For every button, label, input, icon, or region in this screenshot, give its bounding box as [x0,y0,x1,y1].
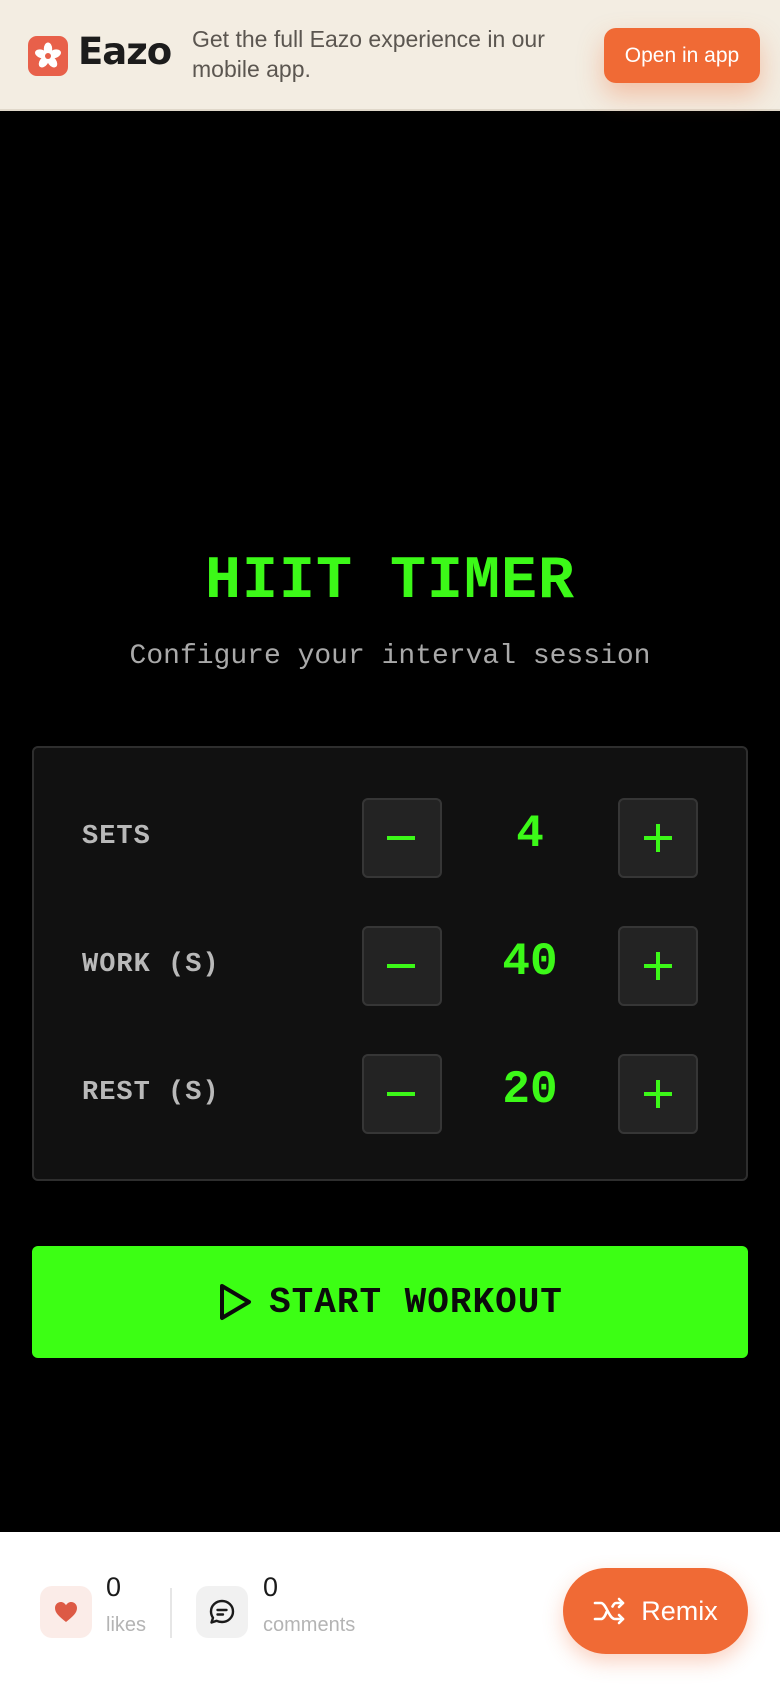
config-panel: SETS 4 WORK (S) 40 REST (S) 20 [32,746,748,1181]
rest-value: 20 [502,1064,558,1116]
page-title: HIIT TIMER [204,548,576,616]
minus-icon [387,964,415,968]
sets-label: SETS [82,822,151,852]
remix-button[interactable]: Remix [563,1568,748,1654]
shuffle-icon [593,1597,625,1625]
likes-count: 0 [106,1572,122,1602]
work-increment-button[interactable] [618,926,698,1006]
app-banner: Eazo Get the full Eazo experience in our… [0,0,780,111]
plus-icon [644,824,672,852]
banner-message: Get the full Eazo experience in our mobi… [192,26,545,82]
comment-button[interactable] [196,1586,248,1638]
likes-label: likes [106,1614,147,1636]
divider [170,1588,172,1638]
rest-row: REST (S) 20 [34,1054,746,1134]
sets-increment-button[interactable] [618,798,698,878]
open-in-app-button[interactable]: Open in app [604,28,760,83]
start-workout-button[interactable]: START WORKOUT [32,1246,748,1358]
brand-name: Eazo [78,30,172,73]
play-icon [220,1284,252,1320]
like-button[interactable] [40,1586,92,1638]
start-workout-label: START WORKOUT [269,1281,563,1323]
comments-count: 0 [263,1572,279,1602]
heart-icon [55,1602,77,1622]
work-decrement-button[interactable] [362,926,442,1006]
work-row: WORK (S) 40 [34,926,746,1006]
page-subtitle: Configure your interval session [129,641,651,672]
sets-decrement-button[interactable] [362,798,442,878]
comment-icon [209,1599,235,1624]
rest-label: REST (S) [82,1078,220,1108]
work-value: 40 [502,936,558,988]
work-label: WORK (S) [82,950,220,980]
eazo-logo-icon [28,36,68,76]
plus-icon [644,952,672,980]
rest-increment-button[interactable] [618,1054,698,1134]
comments-label: comments [263,1614,356,1636]
remix-label: Remix [641,1595,718,1626]
plus-icon [644,1080,672,1108]
rest-decrement-button[interactable] [362,1054,442,1134]
bottom-bar: 0 likes 0 comments Remix [0,1532,780,1688]
sets-value: 4 [516,808,544,860]
minus-icon [387,1092,415,1096]
minus-icon [387,836,415,840]
sets-row: SETS 4 [34,798,746,878]
